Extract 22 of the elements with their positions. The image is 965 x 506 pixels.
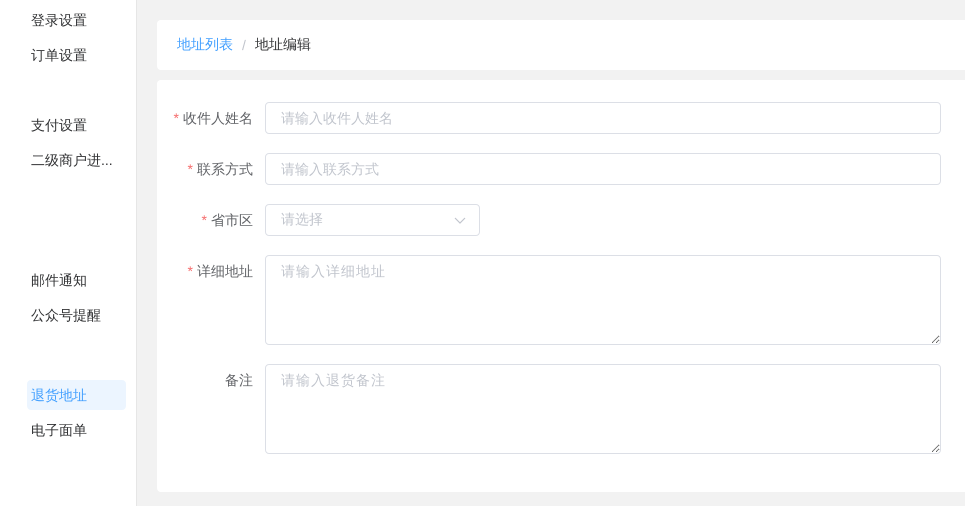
field-label: 省市区	[211, 212, 253, 228]
required-mark: *	[188, 161, 193, 177]
field-label: 收件人姓名	[183, 110, 253, 126]
field-label: 详细地址	[197, 263, 253, 279]
sidebar-item[interactable]: 支付设置	[27, 110, 126, 140]
sidebar-item[interactable]: 公众号提醒	[27, 300, 126, 330]
sidebar-item[interactable]: 二级商户进...	[27, 145, 126, 175]
sidebar-item[interactable]: 电子面单	[27, 415, 126, 445]
breadcrumb-separator: /	[242, 37, 246, 53]
field-label: 联系方式	[197, 161, 253, 177]
field-label: 备注	[225, 372, 253, 388]
text-field[interactable]: 请输入联系方式	[265, 153, 941, 185]
textarea-field[interactable]: 请输入退货备注	[265, 364, 941, 454]
required-mark: *	[202, 212, 207, 228]
required-mark: *	[174, 110, 179, 126]
textarea-field[interactable]: 请输入详细地址	[265, 255, 941, 345]
sidebar-item[interactable]: 登录设置	[27, 5, 126, 35]
sidebar-item[interactable]: 订单设置	[27, 40, 126, 70]
text-field[interactable]: 请输入收件人姓名	[265, 102, 941, 134]
required-mark: *	[188, 263, 193, 279]
sidebar-item[interactable]: 邮件通知	[27, 265, 126, 295]
breadcrumb-current: 地址编辑	[254, 36, 311, 54]
